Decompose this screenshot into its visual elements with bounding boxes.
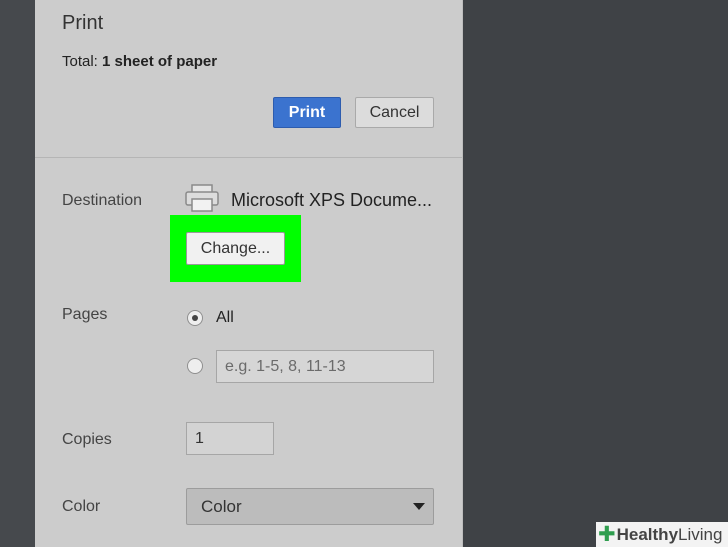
watermark-logo: ✚ Healthy Living (596, 522, 728, 547)
total-sheets: Total: 1 sheet of paper (62, 53, 217, 70)
color-label: Color (62, 498, 101, 515)
radio-selected-dot (192, 315, 198, 321)
change-destination-button[interactable]: Change... (186, 232, 285, 265)
pages-label: Pages (62, 306, 108, 323)
total-value: 1 sheet of paper (102, 53, 218, 70)
divider (35, 157, 462, 158)
pages-all-label: All (216, 309, 234, 326)
color-select-value: Color (201, 496, 242, 516)
watermark-brand-light: Living (678, 524, 723, 544)
left-gutter (0, 0, 35, 547)
cancel-button[interactable]: Cancel (355, 97, 434, 128)
pages-custom-radio[interactable] (187, 358, 203, 374)
printer-icon (185, 184, 219, 212)
plus-icon: ✚ (598, 523, 616, 546)
print-button[interactable]: Print (273, 97, 341, 128)
copies-input[interactable]: 1 (186, 422, 274, 455)
pages-all-radio[interactable] (187, 310, 203, 326)
total-prefix: Total: (62, 53, 103, 70)
print-settings-panel: Print Total: 1 sheet of paper Print Canc… (35, 0, 463, 547)
chevron-down-icon (413, 503, 425, 510)
watermark-brand-bold: Healthy (616, 524, 679, 544)
destination-label: Destination (62, 192, 143, 209)
destination-printer-name: Microsoft XPS Docume... (231, 190, 433, 210)
copies-value: 1 (195, 429, 204, 447)
page-title: Print (62, 12, 104, 34)
copies-label: Copies (62, 431, 112, 448)
pages-range-input[interactable]: e.g. 1-5, 8, 11-13 (216, 350, 434, 383)
color-select[interactable]: Color (186, 488, 434, 525)
pages-range-placeholder: e.g. 1-5, 8, 11-13 (225, 357, 346, 375)
